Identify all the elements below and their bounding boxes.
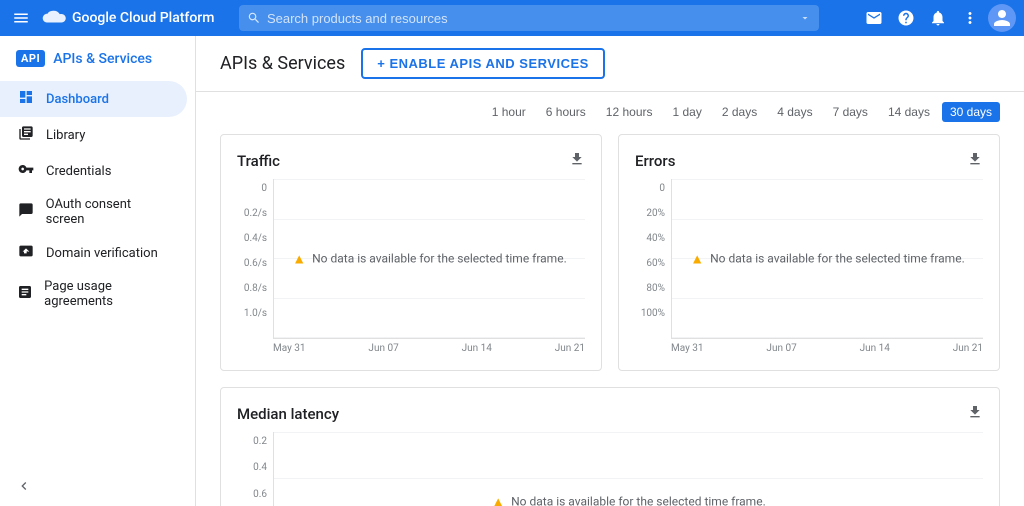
time-filter-14-days[interactable]: 14 days [880,102,938,122]
sidebar-item-oauth[interactable]: OAuth consent screen [0,189,187,235]
app-logo: Google Cloud Platform [42,6,214,30]
oauth-nav-icon [16,202,36,222]
sidebar-item-label-oauth: OAuth consent screen [46,197,171,227]
time-filter-1-day[interactable]: 1 day [665,102,710,122]
cloud-logo-icon [42,6,66,30]
warning-icon: ▲ [292,250,306,267]
enable-apis-button[interactable]: + ENABLE APIS AND SERVICES [361,48,605,79]
app-name: Google Cloud Platform [72,10,214,26]
sidebar-item-dashboard[interactable]: Dashboard [0,81,187,117]
errors-download-button[interactable] [967,151,983,171]
main-content: APIs & Services + ENABLE APIS AND SERVIC… [196,36,1024,506]
errors-chart-card: Errors 100%80%60%40%20%0 [618,134,1000,371]
errors-x-axis: May 31Jun 07Jun 14Jun 21 [671,343,983,354]
latency-download-button[interactable] [967,404,983,424]
latency-y-axis: 1.00.80.60.40.2 [237,432,273,506]
mail-button[interactable] [860,4,888,32]
time-filter-12-hours[interactable]: 12 hours [598,102,661,122]
sidebar-title: APIs & Services [53,51,152,67]
time-filter-4-days[interactable]: 4 days [769,102,820,122]
time-filter-30-days[interactable]: 30 days [942,102,1000,122]
errors-chart-title: Errors [635,152,675,170]
page-title: APIs & Services [220,53,345,74]
sidebar-item-label-dashboard: Dashboard [46,92,109,107]
traffic-chart-plot: ▲ No data is available for the selected … [273,179,585,339]
traffic-y-axis: 1.0/s0.8/s0.6/s0.4/s0.2/s0 [237,179,273,339]
app-body: API APIs & Services Dashboard Library Cred… [0,36,1024,506]
errors-chart-header: Errors [635,151,983,171]
sidebar-collapse-button[interactable] [0,466,195,506]
time-filter-2-days[interactable]: 2 days [714,102,765,122]
latency-chart-title: Median latency [237,405,339,423]
search-bar[interactable] [239,5,819,31]
traffic-x-axis: May 31Jun 07Jun 14Jun 21 [273,343,585,354]
credentials-nav-icon [16,161,36,181]
time-filter-7-days[interactable]: 7 days [825,102,876,122]
sidebar-item-label-domain: Domain verification [46,246,158,261]
traffic-chart-header: Traffic [237,151,585,171]
latency-chart-header: Median latency [237,404,983,424]
sidebar-item-label-page-usage: Page usage agreements [44,279,171,309]
traffic-no-data: ▲ No data is available for the selected … [292,250,566,267]
time-filter: 1 hour6 hours12 hours1 day2 days4 days7 … [196,92,1024,126]
domain-nav-icon [16,243,36,263]
topnav-actions [860,4,1016,32]
sidebar-item-page-usage[interactable]: Page usage agreements [0,271,187,317]
errors-chart-plot: ▲ No data is available for the selected … [671,179,983,339]
time-filter-1-hour[interactable]: 1 hour [484,102,534,122]
dashboard-nav-icon [16,89,36,109]
charts-bottom: Median latency 1.00.80.60.40.2 [196,387,1024,506]
menu-button[interactable] [8,5,34,31]
sidebar-api-header: API APIs & Services [0,36,195,77]
errors-chart-body: 100%80%60%40%20%0 ▲ No data is available… [635,179,983,339]
sidebar-item-domain[interactable]: Domain verification [0,235,187,271]
page-usage-nav-icon [16,284,34,304]
search-dropdown-icon [799,12,811,24]
more-options-button[interactable] [956,4,984,32]
errors-y-axis: 100%80%60%40%20%0 [635,179,671,339]
user-avatar[interactable] [988,4,1016,32]
traffic-chart-body: 1.0/s0.8/s0.6/s0.4/s0.2/s0 ▲ No data is … [237,179,585,339]
traffic-download-button[interactable] [569,151,585,171]
help-button[interactable] [892,4,920,32]
search-icon [247,11,261,25]
sidebar-item-library[interactable]: Library [0,117,187,153]
latency-chart-body: 1.00.80.60.40.2 ▲ No data is available f… [237,432,983,506]
latency-chart-plot: ▲ No data is available for the selected … [273,432,983,506]
api-badge: API [16,50,45,67]
notifications-button[interactable] [924,4,952,32]
sidebar: API APIs & Services Dashboard Library Cred… [0,36,196,506]
main-header: APIs & Services + ENABLE APIS AND SERVIC… [196,36,1024,92]
top-navigation: Google Cloud Platform [0,0,1024,36]
latency-chart-card: Median latency 1.00.80.60.40.2 [220,387,1000,506]
traffic-chart-title: Traffic [237,152,280,170]
search-input[interactable] [267,11,793,26]
time-filter-6-hours[interactable]: 6 hours [538,102,594,122]
warning-icon: ▲ [690,250,704,267]
library-nav-icon [16,125,36,145]
warning-icon: ▲ [491,493,505,506]
charts-grid: Traffic 1.0/s0.8/s0.6/s0.4/s0.2/s0 [196,126,1024,387]
latency-no-data: ▲ No data is available for the selected … [491,493,765,506]
sidebar-item-credentials[interactable]: Credentials [0,153,187,189]
sidebar-item-label-library: Library [46,128,85,143]
sidebar-item-label-credentials: Credentials [46,164,111,179]
errors-no-data: ▲ No data is available for the selected … [690,250,964,267]
sidebar-nav: Dashboard Library Credentials OAuth consent… [0,77,195,321]
traffic-chart-card: Traffic 1.0/s0.8/s0.6/s0.4/s0.2/s0 [220,134,602,371]
